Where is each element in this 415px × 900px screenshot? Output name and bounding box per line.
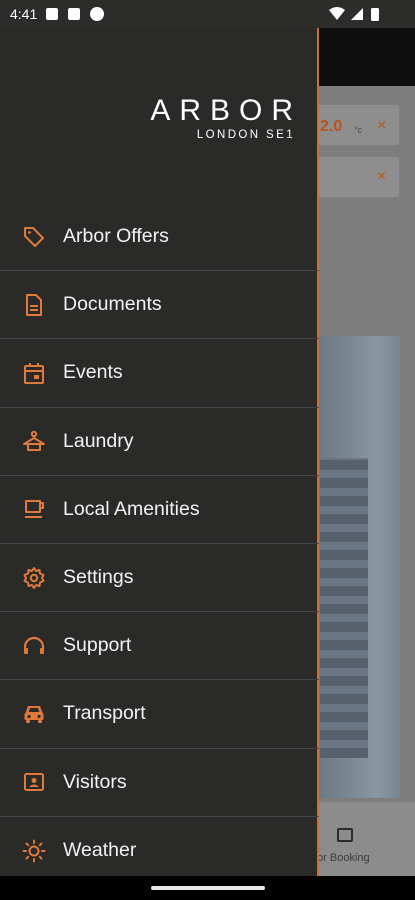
- weather-temperature: 2.0: [320, 118, 343, 135]
- menu-item-support[interactable]: Support: [0, 612, 319, 681]
- menu-item-visitors[interactable]: Visitors: [0, 749, 319, 817]
- building-facade: [320, 458, 368, 758]
- close-icon[interactable]: ×: [377, 117, 386, 135]
- menu-item-label: Arbor Offers: [63, 225, 169, 248]
- weather-unit: °c: [354, 125, 363, 135]
- menu-item-laundry[interactable]: Laundry: [0, 408, 319, 476]
- notification-circle-icon: [90, 7, 104, 21]
- status-bar: 4:41: [0, 0, 415, 28]
- coffee-icon: [22, 497, 46, 521]
- gear-icon: [22, 566, 46, 590]
- menu-item-settings[interactable]: Settings: [0, 544, 319, 613]
- menu-item-documents[interactable]: Documents: [0, 271, 319, 340]
- menu-item-label: Settings: [63, 566, 134, 589]
- headset-icon: [22, 634, 46, 658]
- tag-icon: [22, 225, 46, 249]
- menu-item-label: Weather: [63, 839, 137, 862]
- hanger-icon: [22, 429, 46, 453]
- menu-item-label: Visitors: [63, 770, 127, 793]
- visitor-booking-tab-label[interactable]: tor Booking: [314, 852, 370, 864]
- car-icon: [22, 702, 46, 726]
- menu-item-label: Support: [63, 634, 132, 657]
- menu-item-label: Documents: [63, 293, 162, 316]
- system-nav-bar: [0, 876, 415, 900]
- menu-item-transport[interactable]: Transport: [0, 680, 319, 749]
- brand-logo: ARBOR LONDON SE1: [150, 94, 293, 141]
- contact-card-icon: [22, 770, 46, 794]
- battery-icon: [371, 8, 379, 21]
- navigation-drawer: ARBOR LONDON SE1 Arbor Offers Documents …: [0, 28, 319, 876]
- close-icon[interactable]: ×: [377, 168, 386, 186]
- notification-square-icon: [68, 8, 80, 20]
- status-time: 4:41: [10, 6, 38, 22]
- menu-item-label: Local Amenities: [63, 497, 200, 520]
- visitor-booking-icon[interactable]: [337, 828, 353, 842]
- menu-item-local-amenities[interactable]: Local Amenities: [0, 476, 319, 544]
- status-indicators: [329, 7, 379, 21]
- home-gesture-handle[interactable]: [151, 886, 265, 890]
- menu-item-label: Transport: [63, 702, 146, 725]
- wifi-icon: [329, 7, 345, 20]
- document-icon: [22, 293, 46, 317]
- menu-item-weather[interactable]: Weather: [0, 817, 319, 885]
- brand-name: ARBOR: [150, 94, 302, 127]
- menu-item-arbor-offers[interactable]: Arbor Offers: [0, 203, 319, 272]
- signal-icon: [351, 8, 363, 20]
- drawer-menu: Arbor Offers Documents Events Laundry Lo…: [0, 203, 319, 885]
- menu-item-events[interactable]: Events: [0, 339, 319, 408]
- notification-square-icon: [46, 8, 58, 20]
- calendar-icon: [22, 361, 46, 385]
- brand-subtitle: LONDON SE1: [196, 129, 295, 141]
- menu-item-label: Events: [63, 361, 123, 384]
- menu-item-label: Laundry: [63, 429, 134, 452]
- sun-icon: [22, 839, 46, 863]
